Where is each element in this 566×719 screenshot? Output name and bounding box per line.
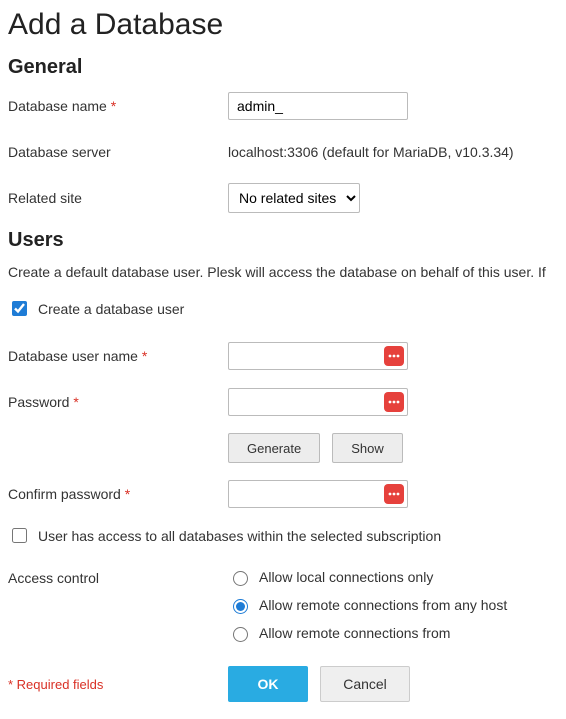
access-radio-label: Allow remote connections from [259,625,450,641]
cancel-button[interactable]: Cancel [320,666,410,702]
access-all-checkbox[interactable] [12,528,27,543]
password-dots-icon[interactable] [384,484,404,504]
access-all-label: User has access to all databases within … [38,528,441,544]
access-radio-label: Allow local connections only [259,569,433,585]
confirm-password-input[interactable] [228,480,408,508]
database-server-value: localhost:3306 (default for MariaDB, v10… [228,144,514,160]
create-db-user-checkbox[interactable] [12,301,27,316]
password-input[interactable] [228,388,408,416]
access-radio-local[interactable] [233,571,248,586]
password-label: Password * [8,394,228,410]
access-radio-remote-any[interactable] [233,599,248,614]
access-radio-remote-from[interactable] [233,627,248,642]
required-asterisk: * [142,348,147,364]
show-button[interactable]: Show [332,433,403,463]
password-dots-icon[interactable] [384,346,404,366]
users-description: Create a default database user. Plesk wi… [8,264,566,280]
required-asterisk: * [73,394,78,410]
database-name-input[interactable] [228,92,408,120]
related-site-label: Related site [8,190,228,206]
create-db-user-label: Create a database user [38,301,184,317]
confirm-password-label: Confirm password * [8,486,228,502]
required-asterisk: * [111,98,116,114]
database-name-label: Database name * [8,98,228,114]
db-user-name-input[interactable] [228,342,408,370]
required-note: * Required fields [8,677,228,692]
related-site-select[interactable]: No related sites [228,183,360,213]
password-dots-icon[interactable] [384,392,404,412]
section-heading-general: General [8,56,566,79]
generate-button[interactable]: Generate [228,433,320,463]
ok-button[interactable]: OK [228,666,308,702]
database-server-label: Database server [8,144,228,160]
page-title: Add a Database [8,8,566,42]
required-asterisk: * [125,486,130,502]
section-heading-users: Users [8,229,566,252]
db-user-name-label: Database user name * [8,348,228,364]
access-radio-label: Allow remote connections from any host [259,597,507,613]
access-control-label: Access control [8,568,228,586]
